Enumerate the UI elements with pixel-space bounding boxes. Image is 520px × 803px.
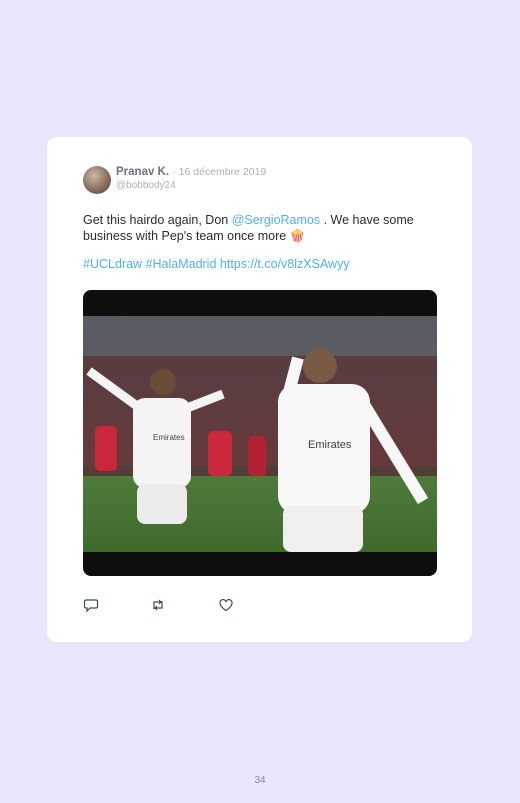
mention-link[interactable]: @SergioRamos bbox=[232, 213, 320, 227]
author-handle[interactable]: @bobbody24 bbox=[116, 180, 176, 191]
tweet-media[interactable]: Emirates Emirates bbox=[83, 290, 437, 576]
svg-text:Emirates: Emirates bbox=[153, 433, 185, 442]
avatar[interactable] bbox=[83, 166, 111, 194]
reply-icon[interactable] bbox=[83, 597, 99, 613]
heart-icon[interactable] bbox=[218, 597, 234, 613]
author-line: Pranav K. · 16 décembre 2019 bbox=[116, 166, 266, 178]
retweet-icon[interactable] bbox=[150, 597, 166, 613]
hashtags-line: #UCLdraw #HalaMadrid https://t.co/v8lzXS… bbox=[83, 257, 350, 271]
url-link[interactable]: https://t.co/v8lzXSAwyy bbox=[220, 257, 350, 271]
author-name[interactable]: Pranav K. bbox=[116, 166, 169, 178]
hashtag-link[interactable]: #UCLdraw bbox=[83, 257, 142, 271]
tweet-text: Get this hairdo again, Don @SergioRamos … bbox=[83, 212, 443, 244]
tweet-text-part1: Get this hairdo again, Don bbox=[83, 213, 232, 227]
svg-text:Emirates: Emirates bbox=[308, 439, 352, 451]
tweet-date[interactable]: · 16 décembre 2019 bbox=[172, 166, 266, 178]
hashtag-link[interactable]: #HalaMadrid bbox=[146, 257, 217, 271]
football-celebration-photo: Emirates Emirates bbox=[83, 316, 437, 552]
tweet-card: Pranav K. · 16 décembre 2019 @bobbody24 … bbox=[47, 137, 472, 642]
page-number: 34 bbox=[254, 775, 266, 786]
